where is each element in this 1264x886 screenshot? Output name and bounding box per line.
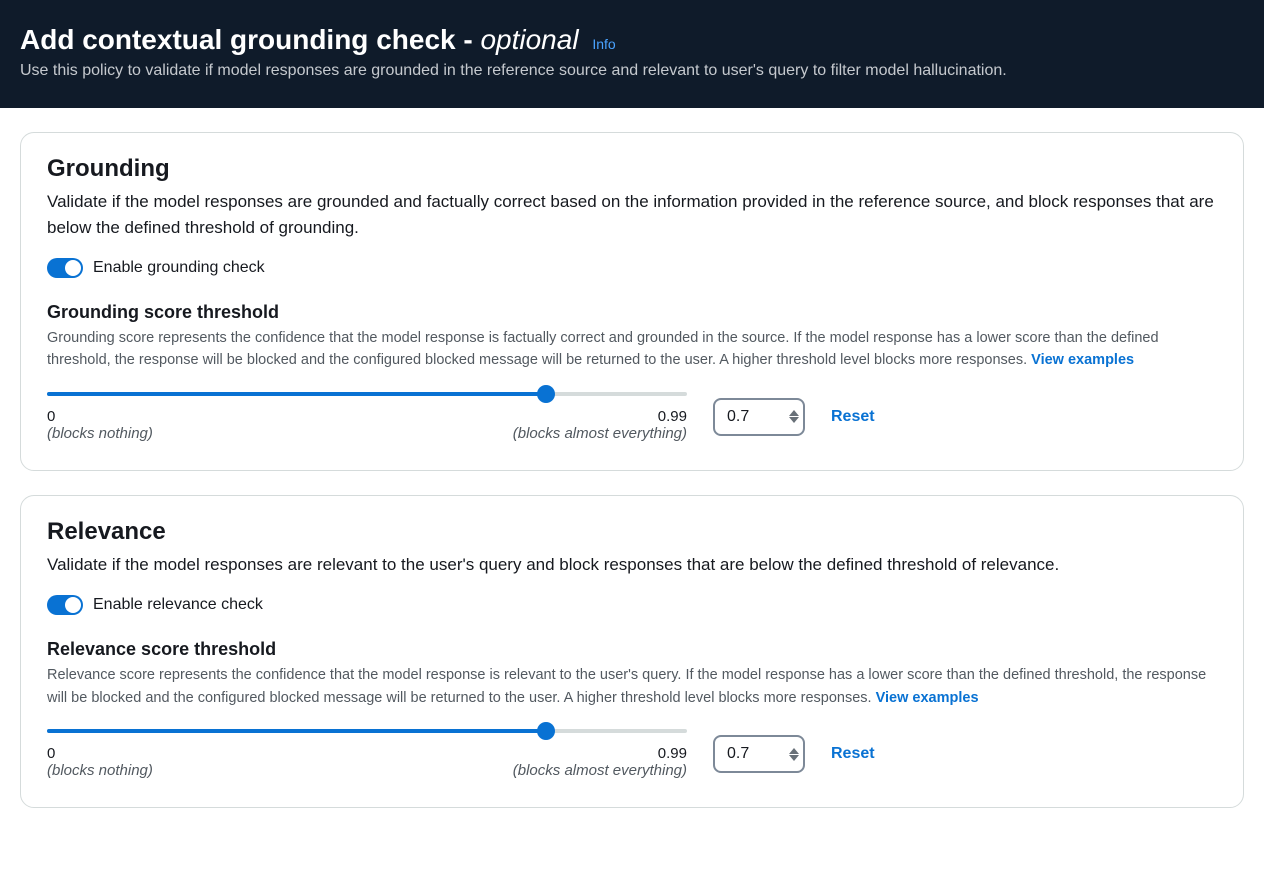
grounding-title: Grounding xyxy=(47,155,1217,183)
chevron-down-icon[interactable] xyxy=(789,755,799,761)
grounding-reset-button[interactable]: Reset xyxy=(831,408,875,426)
relevance-panel: Relevance Validate if the model response… xyxy=(20,495,1244,808)
chevron-up-icon[interactable] xyxy=(789,410,799,416)
relevance-slider-row: 0 (blocks nothing) 0.99 (blocks almost e… xyxy=(47,729,1217,779)
relevance-slider-labels: 0 (blocks nothing) 0.99 (blocks almost e… xyxy=(47,745,687,779)
grounding-panel: Grounding Validate if the model response… xyxy=(20,132,1244,471)
info-link[interactable]: Info xyxy=(592,36,615,52)
relevance-title: Relevance xyxy=(47,518,1217,546)
relevance-slider-min: 0 (blocks nothing) xyxy=(47,745,153,779)
page-title: Add contextual grounding check - optiona… xyxy=(20,24,1244,56)
relevance-toggle-row: Enable relevance check xyxy=(47,595,1217,615)
relevance-desc: Validate if the model responses are rele… xyxy=(47,552,1217,578)
relevance-slider-wrap: 0 (blocks nothing) 0.99 (blocks almost e… xyxy=(47,729,687,779)
chevron-up-icon[interactable] xyxy=(789,748,799,754)
grounding-threshold-desc: Grounding score represents the confidenc… xyxy=(47,327,1217,372)
relevance-slider[interactable] xyxy=(47,729,687,733)
enable-relevance-toggle[interactable] xyxy=(47,595,83,615)
chevron-down-icon[interactable] xyxy=(789,417,799,423)
title-main: Add contextual grounding check - xyxy=(20,24,480,55)
page-subtitle: Use this policy to validate if model res… xyxy=(20,62,1244,80)
grounding-threshold-title: Grounding score threshold xyxy=(47,302,1217,323)
relevance-view-examples-link[interactable]: View examples xyxy=(876,690,979,706)
grounding-toggle-label: Enable grounding check xyxy=(93,259,265,277)
grounding-slider-fill xyxy=(47,392,546,396)
title-optional: optional xyxy=(480,24,578,55)
enable-grounding-toggle[interactable] xyxy=(47,258,83,278)
relevance-stepper xyxy=(789,735,799,773)
page-header: Add contextual grounding check - optiona… xyxy=(0,0,1264,108)
grounding-slider-row: 0 (blocks nothing) 0.99 (blocks almost e… xyxy=(47,392,1217,442)
relevance-threshold-desc: Relevance score represents the confidenc… xyxy=(47,664,1217,709)
grounding-view-examples-link[interactable]: View examples xyxy=(1031,352,1134,368)
grounding-value-input-wrap xyxy=(713,398,805,436)
grounding-slider[interactable] xyxy=(47,392,687,396)
relevance-value-input-wrap xyxy=(713,735,805,773)
relevance-reset-button[interactable]: Reset xyxy=(831,745,875,763)
relevance-toggle-label: Enable relevance check xyxy=(93,596,263,614)
relevance-slider-fill xyxy=(47,729,546,733)
grounding-slider-min: 0 (blocks nothing) xyxy=(47,408,153,442)
relevance-slider-thumb[interactable] xyxy=(537,722,555,740)
relevance-slider-max: 0.99 (blocks almost everything) xyxy=(513,745,687,779)
grounding-slider-labels: 0 (blocks nothing) 0.99 (blocks almost e… xyxy=(47,408,687,442)
relevance-threshold-title: Relevance score threshold xyxy=(47,639,1217,660)
grounding-slider-wrap: 0 (blocks nothing) 0.99 (blocks almost e… xyxy=(47,392,687,442)
grounding-toggle-row: Enable grounding check xyxy=(47,258,1217,278)
grounding-slider-max: 0.99 (blocks almost everything) xyxy=(513,408,687,442)
grounding-desc: Validate if the model responses are grou… xyxy=(47,189,1217,240)
grounding-slider-thumb[interactable] xyxy=(537,385,555,403)
grounding-stepper xyxy=(789,398,799,436)
